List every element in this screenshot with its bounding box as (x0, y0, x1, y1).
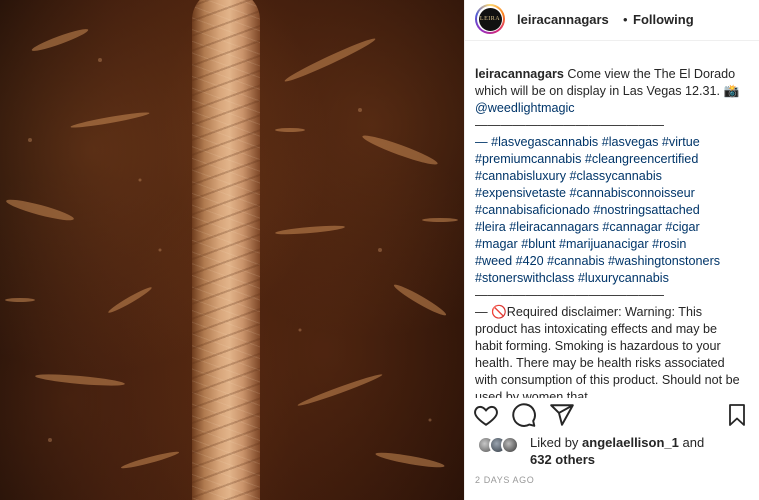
post-header: LEIRA leiracannagars • Following (465, 0, 759, 41)
liker-username[interactable]: angelaellison_1 (582, 435, 679, 450)
disclaimer-text: — 🚫Required disclaimer: Warning: This pr… (475, 305, 740, 398)
hashtag-line[interactable]: #stonerswithclass #luxurycannabis (475, 270, 747, 287)
liker-avatar[interactable] (501, 436, 519, 454)
header-username[interactable]: leiracannagars (517, 12, 609, 27)
avatar-logo: LEIRA (478, 7, 502, 31)
hashtag-line[interactable]: #expensivetaste #cannabisconnoisseur (475, 185, 747, 202)
cigar-image (192, 0, 260, 500)
post-panel: LEIRA leiracannagars • Following leiraca… (464, 0, 759, 500)
heart-icon[interactable] (473, 402, 499, 428)
bookmark-icon[interactable] (725, 402, 749, 428)
hashtag-line[interactable]: — #lasvegascannabis #lasvegas #virtue (475, 134, 747, 151)
follow-status-button[interactable]: Following (633, 12, 694, 27)
likes-count[interactable]: 632 others (530, 452, 595, 467)
likes-conj: and (682, 435, 705, 450)
mention-link[interactable]: @weedlightmagic (475, 101, 575, 115)
avatar[interactable]: LEIRA (475, 4, 505, 34)
action-bar (465, 398, 759, 432)
hashtag-line[interactable]: #weed #420 #cannabis #washingtonstoners (475, 253, 747, 270)
hashtag-line[interactable]: #cannabisaficionado #nostringsattached (475, 202, 747, 219)
caption-body: leiracannagars Come view the The El Dora… (475, 66, 747, 117)
hashtag-line[interactable]: #leira #leiracannagars #cannagar #cigar (475, 219, 747, 236)
hashtag-line[interactable]: #cannabisluxury #classycannabis (475, 168, 747, 185)
post-caption: leiracannagars Come view the The El Dora… (475, 66, 747, 398)
share-icon[interactable] (549, 402, 575, 428)
post-photo[interactable] (0, 0, 464, 500)
likes-section: Liked by angelaellison_1 and 632 others (465, 434, 759, 470)
caption-divider: ——————————————— (475, 118, 664, 132)
header-separator: • (623, 12, 628, 27)
likes-prefix: Liked by (530, 435, 579, 450)
caption-username[interactable]: leiracannagars (475, 67, 564, 81)
caption-divider-2: ——————————————— (475, 288, 664, 302)
likes-text: Liked by angelaellison_1 and 632 others (530, 434, 755, 468)
comment-icon[interactable] (511, 402, 537, 428)
hashtag-block: — #lasvegascannabis #lasvegas #virtue #p… (475, 134, 747, 287)
hashtag-line[interactable]: #magar #blunt #marijuanacigar #rosin (475, 236, 747, 253)
hashtag-line[interactable]: #premiumcannabis #cleangreencertified (475, 151, 747, 168)
post-timestamp[interactable]: 2 DAYS AGO (475, 475, 534, 485)
